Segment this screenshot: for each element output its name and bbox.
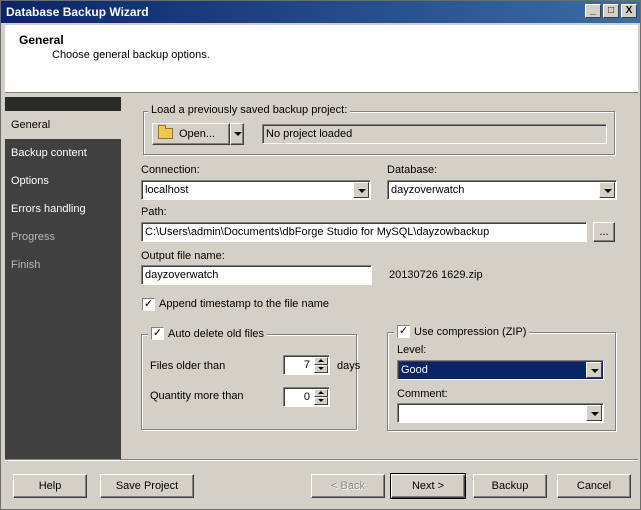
maximize-button[interactable]: □ (603, 4, 619, 18)
path-label: Path: (141, 206, 167, 218)
wizard-footer: Help Save Project < Back Next > Backup C… (5, 459, 638, 507)
close-button[interactable]: X (621, 4, 637, 18)
spin-down-icon[interactable] (314, 397, 328, 405)
auto-delete-legend: ✓ Auto delete old files (148, 327, 268, 340)
wizard-steps-sidebar: General Backup content Options Errors ha… (5, 97, 122, 459)
open-project-button[interactable]: Open... (152, 123, 230, 145)
compression-group: ✓ Use compression (ZIP) Level: Good Comm… (387, 325, 616, 431)
output-file-input[interactable]: dayzoverwatch (141, 265, 372, 285)
compression-legend: ✓ Use compression (ZIP) (394, 325, 530, 338)
level-value: Good (401, 364, 428, 376)
sidebar-item-progress: Progress (11, 231, 56, 243)
title-bar: Database Backup Wizard _ □ X (1, 1, 640, 23)
project-status-field: No project loaded (262, 124, 607, 144)
open-project-dropdown-button[interactable] (230, 123, 244, 145)
compression-label[interactable]: Use compression (ZIP) (414, 326, 526, 338)
level-label: Level: (397, 344, 427, 356)
sidebar-item-general[interactable]: General (5, 111, 122, 139)
project-group: Load a previously saved backup project: … (143, 104, 615, 155)
sidebar-item-errors-handling[interactable]: Errors handling (5, 195, 121, 223)
page-title: General (19, 33, 64, 47)
chevron-down-icon[interactable] (353, 182, 369, 198)
help-button[interactable]: Help (13, 474, 87, 498)
auto-delete-label[interactable]: Auto delete old files (168, 328, 264, 340)
minimize-button[interactable]: _ (585, 4, 601, 18)
sidebar-item-backup-content[interactable]: Backup content (5, 139, 121, 167)
files-older-label: Files older than (150, 360, 226, 372)
open-project-label: Open... (179, 128, 216, 140)
cancel-button[interactable]: Cancel (557, 474, 631, 498)
quantity-stepper[interactable]: 0 (283, 387, 330, 407)
spin-down-icon[interactable] (314, 365, 328, 373)
database-value: dayzoverwatch (391, 184, 465, 196)
window-title: Database Backup Wizard (6, 5, 149, 19)
append-timestamp-label[interactable]: Append timestamp to the file name (159, 298, 329, 310)
next-button[interactable]: Next > (390, 473, 466, 499)
compression-checkbox[interactable]: ✓ (397, 325, 410, 338)
ellipsis-icon: ... (599, 226, 609, 238)
database-select[interactable]: dayzoverwatch (387, 180, 617, 200)
quantity-label: Quantity more than (150, 390, 244, 402)
output-file-label: Output file name: (141, 250, 225, 262)
output-file-suffix: 20130726 1629.zip (389, 269, 483, 281)
sidebar-item-finish: Finish (11, 259, 41, 271)
database-label: Database: (387, 164, 438, 176)
connection-label: Connection: (141, 164, 200, 176)
files-older-stepper[interactable]: 7 (283, 355, 330, 375)
chevron-down-icon[interactable] (586, 405, 602, 421)
path-input[interactable]: C:\Users\admin\Documents\dbForge Studio … (141, 222, 587, 242)
append-timestamp-checkbox[interactable]: ✓ (142, 298, 155, 311)
chevron-down-icon[interactable] (599, 182, 615, 198)
quantity-value: 0 (303, 391, 310, 403)
level-select[interactable]: Good (397, 360, 604, 380)
backup-button[interactable]: Backup (473, 474, 547, 498)
sidebar-item-options[interactable]: Options (5, 167, 121, 195)
chevron-down-icon[interactable] (586, 362, 602, 378)
general-options-panel: Load a previously saved backup project: … (121, 97, 638, 459)
comment-label: Comment: (397, 388, 448, 400)
save-project-button[interactable]: Save Project (100, 474, 194, 498)
chevron-down-icon (234, 132, 242, 136)
days-label: days (337, 360, 361, 372)
spin-up-icon[interactable] (314, 357, 328, 365)
backup-wizard-window: Database Backup Wizard _ □ X General Cho… (0, 0, 641, 510)
files-older-value: 7 (303, 359, 310, 371)
auto-delete-checkbox[interactable]: ✓ (151, 327, 164, 340)
spin-up-icon[interactable] (314, 389, 328, 397)
page-subtitle: Choose general backup options. (52, 49, 210, 61)
connection-value: localhost (145, 184, 189, 196)
auto-delete-group: ✓ Auto delete old files Files older than… (141, 327, 361, 430)
wizard-header: General Choose general backup options. (5, 25, 638, 93)
connection-select[interactable]: localhost (141, 180, 371, 200)
comment-select[interactable] (397, 403, 604, 423)
sidebar-top-strip (5, 97, 121, 111)
folder-open-icon (158, 125, 173, 139)
browse-path-button[interactable]: ... (593, 222, 615, 242)
project-group-label: Load a previously saved backup project: (148, 104, 351, 116)
back-button: < Back (311, 474, 385, 498)
